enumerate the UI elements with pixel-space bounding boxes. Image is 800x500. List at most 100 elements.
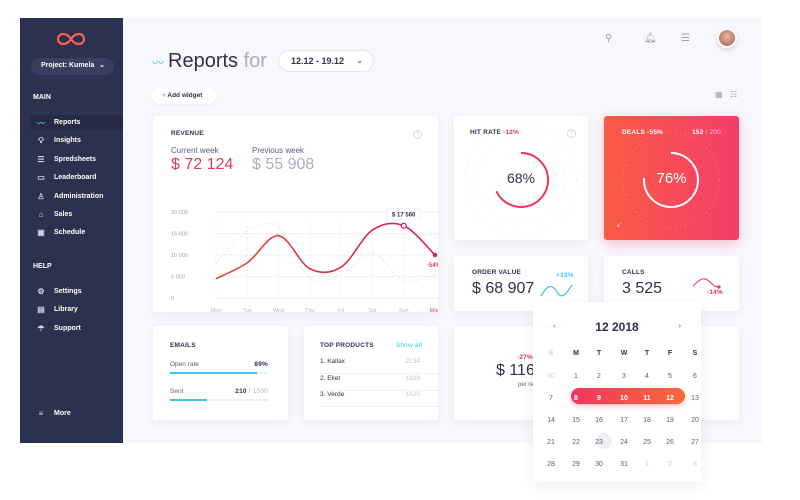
calendar-day[interactable]: 2 bbox=[589, 373, 609, 380]
card-title: EMAILS bbox=[170, 342, 196, 349]
hit-rate-change: -12% bbox=[503, 129, 520, 136]
calendar-day[interactable]: 9 bbox=[589, 395, 609, 402]
calendar-day[interactable]: 30 bbox=[589, 461, 609, 468]
title-text: Reports bbox=[168, 50, 239, 72]
logo-infinity-icon bbox=[56, 32, 86, 46]
sidebar-item-spredsheets[interactable]: ☰ Spredsheets bbox=[30, 152, 123, 167]
sidebar-item-label: Administration bbox=[54, 192, 104, 200]
umbrella-icon: ☂ bbox=[37, 323, 45, 333]
page-title: 〰 Reports for bbox=[152, 50, 267, 73]
calendar-day[interactable]: 6 bbox=[685, 373, 705, 380]
add-widget-button[interactable]: + Add widget bbox=[152, 88, 216, 104]
sidebar-item-reports[interactable]: 〰 Reports bbox=[30, 115, 123, 130]
calendar-day[interactable]: 14 bbox=[541, 417, 561, 424]
deals-total: / 200 bbox=[705, 129, 721, 136]
calendar-day[interactable]: 26 bbox=[660, 439, 680, 446]
calendar-day[interactable]: 21 bbox=[541, 439, 561, 446]
calendar-day[interactable]: 3 bbox=[685, 461, 705, 468]
calendar-day[interactable]: 29 bbox=[566, 461, 586, 468]
product-row[interactable]: 2. Eket 1829 bbox=[320, 375, 438, 391]
help-icon[interactable]: ? bbox=[567, 129, 576, 138]
open-rate-label: Open rate bbox=[170, 361, 199, 368]
arrow-down-left-icon[interactable]: ↙ bbox=[616, 220, 623, 229]
calendar-day[interactable]: 12 bbox=[660, 395, 680, 402]
sidebar-item-schedule[interactable]: ▣ Schedule bbox=[30, 225, 123, 240]
product-row[interactable]: 3. Verde 1620 bbox=[320, 391, 438, 407]
open-rate-bar bbox=[170, 372, 268, 374]
show-all-link[interactable]: Show all bbox=[396, 342, 422, 349]
calendar-day[interactable]: 1 bbox=[637, 461, 657, 468]
peak-point[interactable] bbox=[400, 222, 407, 229]
monitor-icon: ▭ bbox=[37, 173, 45, 183]
x-tick-label: Sun bbox=[399, 308, 409, 312]
calendar-day[interactable]: 28 bbox=[541, 461, 561, 468]
calendar-day[interactable]: 15 bbox=[566, 417, 586, 424]
sidebar-item-sales[interactable]: ⌂ Sales bbox=[30, 207, 123, 222]
calendar-day[interactable]: 18 bbox=[637, 417, 657, 424]
y-tick-label: 0 bbox=[171, 296, 174, 302]
sidebar: Project: Kumela ⌄ MAIN 〰 Reports 💡︎ Insights… bbox=[20, 18, 123, 443]
calendar-day[interactable]: 16 bbox=[589, 417, 609, 424]
product-row[interactable]: 1. Kallax 2134 bbox=[320, 358, 438, 374]
tooltip-value: $ 17 560 bbox=[392, 212, 416, 218]
calendar-day[interactable]: 2 bbox=[660, 461, 680, 468]
calendar-day[interactable]: 31 bbox=[614, 461, 634, 468]
calendar-day[interactable]: 25 bbox=[637, 439, 657, 446]
calendar-day[interactable]: 27 bbox=[685, 439, 705, 446]
sidebar-item-label: Reports bbox=[54, 119, 81, 126]
sidebar-item-settings[interactable]: ⚙ Settings bbox=[30, 284, 123, 299]
calendar-day[interactable]: 24 bbox=[614, 439, 634, 446]
product-value: 1620 bbox=[405, 391, 420, 398]
project-selector[interactable]: Project: Kumela ⌄ bbox=[31, 58, 114, 75]
x-tick-label: Thu bbox=[305, 308, 314, 312]
weekday-label: T bbox=[644, 350, 650, 357]
order-value-change: +33% bbox=[556, 272, 574, 279]
y-tick-label: 15 000 bbox=[171, 232, 188, 238]
next-month-button[interactable]: › bbox=[678, 321, 681, 330]
x-tick-label: Tue bbox=[243, 308, 252, 312]
calendar-day[interactable]: 17 bbox=[614, 417, 634, 424]
list-view-icon[interactable]: ☷ bbox=[730, 90, 737, 99]
last-point[interactable] bbox=[432, 252, 438, 258]
sidebar-item-insights[interactable]: 💡︎ Insights bbox=[30, 133, 123, 148]
date-range-dropdown[interactable]: 12.12 - 19.12 ⌄ bbox=[278, 50, 374, 72]
search-icon[interactable]: ⚲ bbox=[605, 33, 612, 44]
calendar-day[interactable]: 4 bbox=[637, 373, 657, 380]
sidebar-item-library[interactable]: ▤ Library bbox=[30, 302, 123, 317]
calendar-day[interactable]: 3 bbox=[614, 373, 634, 380]
calendar-day[interactable]: 7 bbox=[541, 395, 561, 402]
sent-fill bbox=[170, 399, 208, 401]
sliders-icon[interactable]: ☰ bbox=[681, 33, 690, 44]
card-title: HIT RATE -12% bbox=[470, 129, 519, 136]
tag-icon: ⌂ bbox=[38, 210, 44, 219]
grid-view-icon[interactable]: ▦ bbox=[715, 90, 723, 99]
calendar-day[interactable]: 11 bbox=[637, 395, 657, 402]
sidebar-item-more[interactable]: ≡ More bbox=[30, 406, 123, 421]
weekday-label: S bbox=[692, 350, 698, 357]
calendar-day[interactable]: 5 bbox=[660, 373, 680, 380]
calendar-day[interactable]: 30 bbox=[541, 373, 561, 380]
calendar-day[interactable]: 8 bbox=[566, 395, 586, 402]
book-icon: ▤ bbox=[37, 305, 45, 315]
sidebar-item-label: Library bbox=[54, 306, 78, 314]
calendar-day[interactable]: 20 bbox=[685, 417, 705, 424]
order-value: $ 68 907 bbox=[472, 280, 535, 297]
sidebar-item-administration[interactable]: ♙ Administration bbox=[30, 189, 123, 204]
calendar-day[interactable]: 1 bbox=[566, 373, 586, 380]
calendar-day[interactable]: 13 bbox=[685, 395, 705, 402]
previous-week-line bbox=[215, 222, 436, 283]
avatar[interactable] bbox=[717, 28, 737, 48]
calendar-day[interactable]: 10 bbox=[614, 395, 634, 402]
gear-icon: ⚙ bbox=[37, 287, 45, 296]
weekday-label: W bbox=[620, 350, 628, 357]
user-icon: ♙ bbox=[37, 191, 45, 201]
bell-icon[interactable]: 🔔︎ bbox=[644, 33, 657, 44]
calendar-day[interactable]: 22 bbox=[566, 439, 586, 446]
calendar-day[interactable]: 23 bbox=[589, 439, 609, 446]
weekday-label: M bbox=[573, 350, 579, 357]
sidebar-item-support[interactable]: ☂ Support bbox=[30, 321, 123, 336]
pulse-icon: 〰 bbox=[152, 56, 165, 70]
sidebar-item-label: Support bbox=[54, 324, 81, 332]
calendar-day[interactable]: 19 bbox=[660, 417, 680, 424]
sidebar-item-leaderboard[interactable]: ▭ Leaderboard bbox=[30, 170, 123, 185]
